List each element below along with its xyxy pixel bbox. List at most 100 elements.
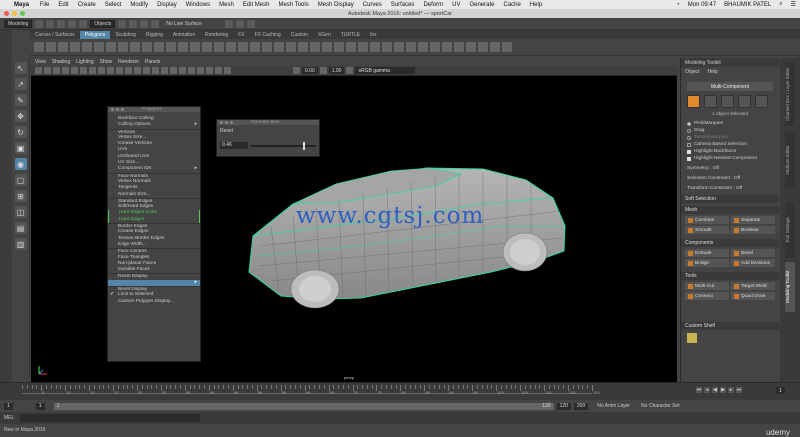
slider-handle[interactable] bbox=[303, 141, 305, 150]
close-dot-icon[interactable] bbox=[111, 108, 114, 111]
step-forward-icon[interactable]: ▸ bbox=[728, 387, 734, 393]
single-view-icon[interactable]: ▢ bbox=[14, 174, 27, 186]
user-name[interactable]: BHAUMIK PATEL bbox=[724, 2, 771, 8]
shelf-tool-icon[interactable] bbox=[262, 42, 272, 52]
shelf-tool-icon[interactable] bbox=[394, 42, 404, 52]
components-header[interactable]: Components bbox=[681, 239, 779, 247]
xray-components-icon[interactable] bbox=[224, 67, 231, 74]
textured-icon[interactable] bbox=[152, 67, 159, 74]
shelf-tool-icon[interactable] bbox=[454, 42, 464, 52]
shelf-tool-icon[interactable] bbox=[286, 42, 296, 52]
paint-select-icon[interactable]: ✎ bbox=[14, 94, 27, 106]
panel-menu-item[interactable]: Renderer bbox=[118, 59, 139, 65]
custom-shelf-header[interactable]: Custom Shelf bbox=[681, 322, 779, 330]
gate-mask-icon[interactable] bbox=[98, 67, 105, 74]
shelf-tool-icon[interactable] bbox=[418, 42, 428, 52]
command-input[interactable] bbox=[20, 414, 201, 422]
shelf-tool-icon[interactable] bbox=[370, 42, 380, 52]
play-forward-icon[interactable]: ▶ bbox=[720, 387, 726, 393]
current-frame-field[interactable]: 1 bbox=[776, 387, 785, 394]
menu-item[interactable]: Select bbox=[105, 2, 122, 8]
open-scene-icon[interactable] bbox=[46, 19, 55, 28]
panel-menu-item[interactable]: Object bbox=[685, 69, 699, 75]
image-plane-icon[interactable] bbox=[62, 67, 69, 74]
shelf-tool-icon[interactable] bbox=[226, 42, 236, 52]
reset-menu[interactable]: Reset bbox=[220, 128, 316, 134]
shelf-tab[interactable]: fxs bbox=[365, 31, 381, 39]
combine-button[interactable]: Combine bbox=[685, 216, 729, 224]
add-divisions-button[interactable]: Add Divisions bbox=[731, 259, 775, 267]
shelf-tool-icon[interactable] bbox=[238, 42, 248, 52]
playback-start-field[interactable]: 1 bbox=[35, 402, 45, 410]
selection-mode-dropdown[interactable]: Objects bbox=[90, 19, 116, 28]
shelf-tool-icon[interactable] bbox=[178, 42, 188, 52]
panel-menu-item[interactable]: Lighting bbox=[76, 59, 94, 65]
connect-button[interactable]: Connect bbox=[685, 292, 729, 300]
layout-icon[interactable]: ▤ bbox=[14, 222, 27, 234]
wireframe-on-shaded-icon[interactable] bbox=[143, 67, 150, 74]
object-mode-icon[interactable] bbox=[687, 95, 700, 108]
smooth-shade-icon[interactable] bbox=[134, 67, 141, 74]
shelf-tool-icon[interactable] bbox=[430, 42, 440, 52]
face-mode-icon[interactable] bbox=[738, 95, 751, 108]
shelf-tool-icon[interactable] bbox=[82, 42, 92, 52]
menu-item[interactable]: File bbox=[40, 2, 50, 8]
shelf-tool-icon[interactable] bbox=[190, 42, 200, 52]
layout-icon-2[interactable]: ▥ bbox=[14, 238, 27, 250]
shelf-tool-icon[interactable] bbox=[166, 42, 176, 52]
menu-item[interactable]: Mesh Tools bbox=[278, 2, 308, 8]
shelf-tab[interactable]: FX bbox=[233, 31, 249, 39]
mel-label[interactable]: MEL bbox=[4, 415, 14, 421]
shelf-tool-icon[interactable] bbox=[142, 42, 152, 52]
ao-icon[interactable] bbox=[179, 67, 186, 74]
close-window-button[interactable] bbox=[4, 11, 9, 16]
menu-item[interactable]: Display bbox=[157, 2, 177, 8]
quad-draw-button[interactable]: Quad Draw bbox=[731, 292, 775, 300]
soft-selection-header[interactable]: Soft Selection bbox=[681, 195, 779, 203]
checkbox-icon[interactable] bbox=[687, 142, 691, 147]
bevel-button[interactable]: Bevel bbox=[731, 249, 775, 257]
shelf-tool-icon[interactable] bbox=[34, 42, 44, 52]
exposure-icon[interactable] bbox=[293, 67, 300, 74]
target-weld-button[interactable]: Target Weld bbox=[731, 282, 775, 290]
shelf-tool-icon[interactable] bbox=[322, 42, 332, 52]
tools-header[interactable]: Tools bbox=[681, 272, 779, 280]
separate-button[interactable]: Separate bbox=[731, 216, 775, 224]
shelf-tool-icon[interactable] bbox=[106, 42, 116, 52]
exposure-field[interactable]: 0.00 bbox=[302, 67, 318, 74]
shelf-tool-icon[interactable] bbox=[214, 42, 224, 52]
checkbox-icon[interactable] bbox=[687, 156, 691, 161]
multi-cut-button[interactable]: Multi-Cut bbox=[685, 282, 729, 290]
menu-list-icon[interactable]: ☰ bbox=[791, 1, 796, 8]
shelf-tab[interactable]: Custom bbox=[286, 31, 313, 39]
snap-curve-icon[interactable] bbox=[129, 19, 138, 28]
shelf-tool-icon[interactable] bbox=[46, 42, 56, 52]
minimize-dot-icon[interactable] bbox=[225, 121, 228, 124]
persp-outliner-icon[interactable]: ◫ bbox=[14, 206, 27, 218]
live-surface-label[interactable]: No Live Surface bbox=[166, 21, 202, 27]
shelf-tool-icon[interactable] bbox=[502, 42, 512, 52]
close-dot-icon[interactable] bbox=[220, 121, 223, 124]
scale-tool-icon[interactable]: ▣ bbox=[14, 142, 27, 154]
radio-option[interactable]: Pick/Marquee bbox=[681, 120, 779, 127]
radio-icon[interactable] bbox=[687, 128, 691, 133]
ipr-render-icon[interactable] bbox=[235, 19, 244, 28]
last-tool-icon[interactable]: ◉ bbox=[14, 158, 27, 170]
snap-point-icon[interactable] bbox=[140, 19, 149, 28]
new-scene-icon[interactable] bbox=[35, 19, 44, 28]
anim-layer-dropdown[interactable]: No Anim Layer bbox=[597, 403, 630, 409]
lasso-tool-icon[interactable]: ↗ bbox=[14, 78, 27, 90]
shelf-tab[interactable]: Sculpting bbox=[110, 31, 141, 39]
side-tab[interactable]: Channel Box / Layer Editor bbox=[785, 62, 795, 126]
menu-item[interactable]: Curves bbox=[363, 2, 382, 8]
snap-grid-icon[interactable] bbox=[118, 19, 127, 28]
grid-icon[interactable] bbox=[71, 67, 78, 74]
side-tab[interactable]: Modeling Toolkit bbox=[785, 262, 795, 312]
xray-joints-icon[interactable] bbox=[215, 67, 222, 74]
gamma-field[interactable]: 1.00 bbox=[328, 67, 345, 74]
checkbox-option[interactable]: Highlight Backfaces bbox=[681, 148, 779, 155]
menu-item[interactable]: Generate bbox=[469, 2, 494, 8]
shelf-tool-icon[interactable] bbox=[118, 42, 128, 52]
shelf-tool-icon[interactable] bbox=[58, 42, 68, 52]
shadows-icon[interactable] bbox=[170, 67, 177, 74]
